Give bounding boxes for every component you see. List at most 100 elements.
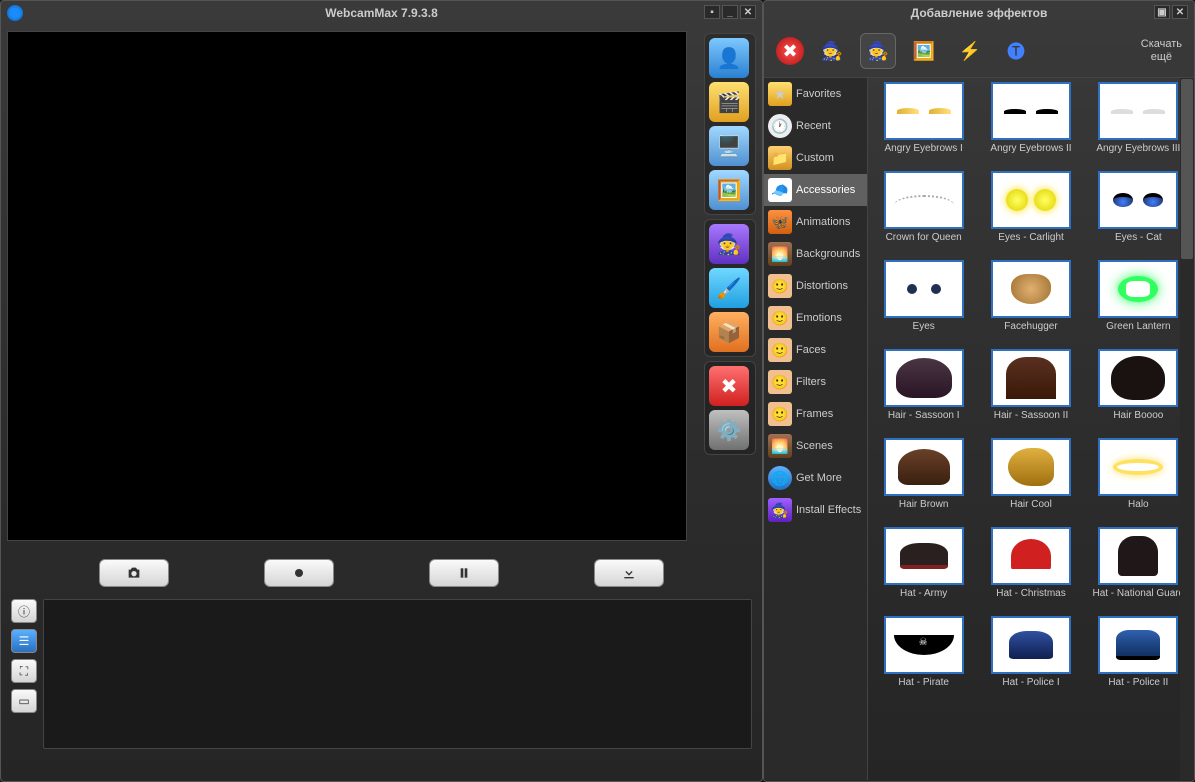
fullscreen-button[interactable]: ⛶ [11, 659, 37, 683]
grid-scrollbar[interactable] [1180, 78, 1194, 780]
video-preview[interactable] [7, 31, 687, 541]
effect-thumbnail[interactable] [1098, 349, 1178, 407]
category-emotions[interactable]: 🙂Emotions [764, 302, 867, 334]
category-faces[interactable]: 🙂Faces [764, 334, 867, 366]
pause-button[interactable] [429, 559, 499, 587]
category-filters[interactable]: 🙂Filters [764, 366, 867, 398]
category-custom[interactable]: 📁Custom [764, 142, 867, 174]
effects-body: ★Favorites🕐Recent📁Custom🧢Accessories🦋Ani… [764, 78, 1194, 780]
frame-button[interactable]: ▭ [11, 689, 37, 713]
effect-item: Angry Eyebrows III [1087, 82, 1190, 167]
effect-item: Eyes - Carlight [979, 171, 1082, 256]
download-button[interactable] [594, 559, 664, 587]
effect-thumbnail[interactable] [884, 527, 964, 585]
eyebrow-white-icon [1111, 109, 1165, 114]
thumbnails-list[interactable] [43, 599, 752, 749]
effect-label: Green Lantern [1087, 321, 1190, 345]
effect-label: Angry Eyebrows III [1087, 143, 1190, 167]
paint-button[interactable]: 🖌️ [709, 268, 749, 308]
effect-item: Hat - Army [872, 527, 975, 612]
maximize-button[interactable]: _ [722, 5, 738, 19]
effect-item: Angry Eyebrows I [872, 82, 975, 167]
wizard-hat-icon[interactable]: 🧙 [814, 33, 850, 69]
effect-thumbnail[interactable] [991, 82, 1071, 140]
source-image-button[interactable]: 🖼️ [709, 170, 749, 210]
effects-wizard-button[interactable]: 🧙 [709, 224, 749, 264]
effect-thumbnail[interactable] [1098, 171, 1178, 229]
halo-icon [1113, 459, 1163, 475]
category-backgrounds[interactable]: 🌅Backgrounds [764, 238, 867, 270]
effect-thumbnail[interactable] [991, 349, 1071, 407]
list-button[interactable]: ☰ [11, 629, 37, 653]
effect-thumbnail[interactable] [991, 260, 1071, 318]
category-accessories[interactable]: 🧢Accessories [764, 174, 867, 206]
download-more-link[interactable]: Скачать ещё [1141, 38, 1182, 64]
effect-thumbnail[interactable] [884, 171, 964, 229]
category-install-effects[interactable]: 🧙Install Effects [764, 494, 867, 526]
bottom-side-icons: ⓘ ☰ ⛶ ▭ [11, 599, 37, 749]
settings-button[interactable]: ⚙️ [709, 410, 749, 450]
remove-effect-button[interactable]: ✖ [776, 37, 804, 65]
main-window-controls: ▪ _ ✕ [704, 5, 756, 19]
category-animations[interactable]: 🦋Animations [764, 206, 867, 238]
effect-thumbnail[interactable] [1098, 82, 1178, 140]
add-image-button[interactable]: 🖼️ [906, 33, 942, 69]
effects-pin-button[interactable]: ▣ [1154, 5, 1170, 19]
source-webcam-button[interactable]: 👤 [709, 38, 749, 78]
effect-thumbnail[interactable] [884, 260, 964, 318]
effects-toolbar: ✖ 🧙 🧙 🖼️ ⚡ 🅣 Скачать ещё [764, 25, 1194, 78]
wizard-active-button[interactable]: 🧙 [860, 33, 896, 69]
category-scenes[interactable]: 🌅Scenes [764, 430, 867, 462]
add-text-button[interactable]: 🅣 [998, 33, 1034, 69]
effect-label: Hair Boooo [1087, 410, 1190, 434]
main-titlebar: WebcamMax 7.9.3.8 ▪ _ ✕ [1, 1, 762, 25]
category-label: Animations [796, 216, 850, 228]
category-label: Faces [796, 344, 826, 356]
source-video-button[interactable]: 🎬 [709, 82, 749, 122]
effect-thumbnail[interactable] [1098, 438, 1178, 496]
effects-grid: Angry Eyebrows IAngry Eyebrows IIAngry E… [872, 82, 1190, 701]
effect-thumbnail[interactable] [1098, 616, 1178, 674]
info-button[interactable]: ⓘ [11, 599, 37, 623]
category-frames[interactable]: 🙂Frames [764, 398, 867, 430]
toolbar-group-effects: 🧙 🖌️ 📦 [704, 219, 756, 357]
minimize-button[interactable]: ▪ [704, 5, 720, 19]
effect-thumbnail[interactable] [1098, 260, 1178, 318]
toolbar-group-sources: 👤 🎬 🖥️ 🖼️ [704, 33, 756, 215]
category-recent[interactable]: 🕐Recent [764, 110, 867, 142]
effect-label: Hat - Police II [1087, 677, 1190, 701]
source-desktop-button[interactable]: 🖥️ [709, 126, 749, 166]
effect-thumbnail[interactable] [991, 616, 1071, 674]
effects-title: Добавление эффектов [911, 6, 1048, 20]
effect-thumbnail[interactable] [991, 438, 1071, 496]
record-button[interactable] [264, 559, 334, 587]
close-button[interactable]: ✕ [740, 5, 756, 19]
category-label: Filters [796, 376, 826, 388]
folder-icon: 📁 [768, 146, 792, 170]
effect-label: Eyes [872, 321, 975, 345]
effect-thumbnail[interactable] [884, 438, 964, 496]
category-distortions[interactable]: 🙂Distortions [764, 270, 867, 302]
effect-item: Hair Boooo [1087, 349, 1190, 434]
effect-thumbnail[interactable] [991, 527, 1071, 585]
effect-thumbnail[interactable] [1098, 527, 1178, 585]
effect-thumbnail[interactable] [884, 349, 964, 407]
effect-thumbnail[interactable] [991, 171, 1071, 229]
category-label: Recent [796, 120, 831, 132]
category-label: Frames [796, 408, 833, 420]
add-flash-button[interactable]: ⚡ [952, 33, 988, 69]
category-favorites[interactable]: ★Favorites [764, 78, 867, 110]
effect-thumbnail[interactable] [884, 616, 964, 674]
effects-close-button[interactable]: ✕ [1172, 5, 1188, 19]
stop-button[interactable]: ✖ [709, 366, 749, 406]
category-get-more[interactable]: 🌐Get More [764, 462, 867, 494]
main-title: WebcamMax 7.9.3.8 [325, 6, 438, 20]
wiz-icon: 🧙 [768, 498, 792, 522]
eyebrow-black-icon [1004, 109, 1058, 114]
library-button[interactable]: 📦 [709, 312, 749, 352]
scroll-thumb[interactable] [1181, 79, 1193, 259]
snapshot-button[interactable] [99, 559, 169, 587]
effect-thumbnail[interactable] [884, 82, 964, 140]
effect-label: Eyes - Cat [1087, 232, 1190, 256]
effect-item: Hat - Christmas [979, 527, 1082, 612]
